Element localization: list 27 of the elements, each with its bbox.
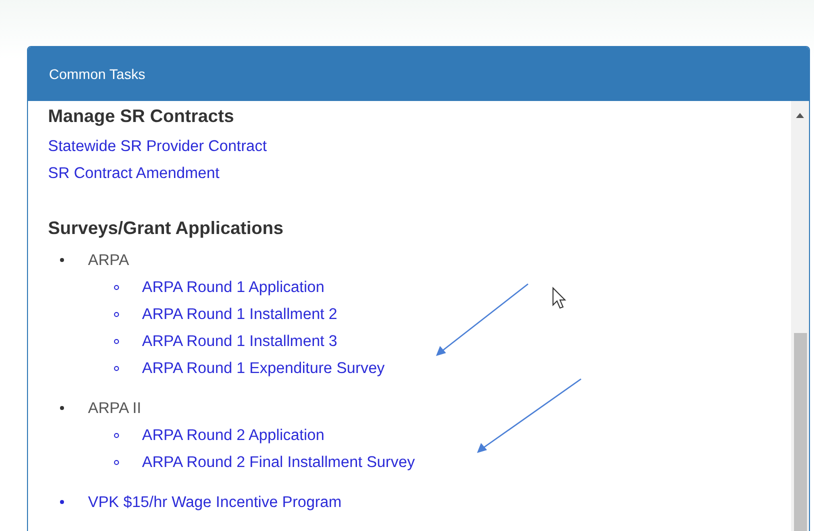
scrollbar-thumb[interactable]	[794, 333, 806, 531]
task-link[interactable]: ARPA Round 2 Application	[142, 422, 324, 449]
bullet-icon	[114, 433, 119, 438]
bullet-icon	[60, 258, 64, 262]
scroll-up-icon[interactable]	[796, 113, 804, 118]
task-link[interactable]: Statewide SR Provider Contract	[48, 133, 791, 160]
panel-title: Common Tasks	[49, 66, 146, 82]
task-link[interactable]: ARPA Round 2 Final Installment Survey	[142, 449, 415, 476]
task-link[interactable]: VPK $15/hr Wage Incentive Program	[88, 489, 342, 516]
bullet-icon	[114, 312, 119, 317]
task-link[interactable]: ARPA Round 1 Installment 2	[142, 301, 338, 328]
cursor-icon	[552, 286, 566, 309]
group-label: ARPA	[88, 251, 130, 271]
bullet-icon	[114, 366, 119, 371]
bullet-icon	[114, 460, 119, 465]
bullet-icon	[114, 285, 119, 290]
bullet-icon	[114, 339, 119, 344]
section-heading: Manage SR Contracts	[48, 105, 236, 128]
scrollbar[interactable]	[791, 101, 809, 531]
section-heading: Surveys/Grant Applications	[48, 217, 284, 240]
bullet-icon	[60, 406, 64, 410]
task-link[interactable]: ARPA Round 1 Expenditure Survey	[142, 355, 385, 382]
bullet-icon	[60, 500, 64, 504]
task-link[interactable]: ARPA Round 1 Application	[142, 274, 324, 301]
group-label: ARPA II	[88, 399, 142, 419]
task-link[interactable]: SR Contract Amendment	[48, 160, 791, 187]
task-link[interactable]: ARPA Round 1 Installment 3	[142, 328, 338, 355]
